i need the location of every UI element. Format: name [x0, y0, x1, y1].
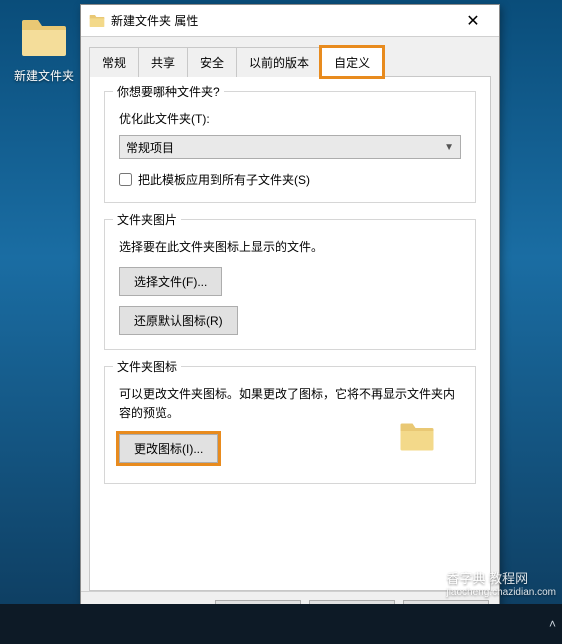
- desktop-folder-label: 新建文件夹: [14, 67, 74, 84]
- folder-icon-desc: 可以更改文件夹图标。如果更改了图标，它将不再显示文件夹内容的预览。: [119, 385, 461, 423]
- apply-template-checkbox[interactable]: [119, 173, 132, 186]
- taskbar[interactable]: ˄: [0, 604, 562, 644]
- group-folder-kind: 你想要哪种文件夹? 优化此文件夹(T): 常规项目 ▼ 把此模板应用到所有子文件…: [104, 91, 476, 203]
- group-legend: 文件夹图标: [113, 358, 181, 375]
- dialog-title: 新建文件夹 属性: [111, 12, 453, 29]
- folder-icon: [89, 14, 105, 28]
- change-icon-button[interactable]: 更改图标(I)...: [119, 434, 218, 463]
- properties-dialog: 新建文件夹 属性 ✕ 常规 共享 安全 以前的版本 自定义 你想要哪种文件夹? …: [80, 4, 500, 640]
- tab-panel-customize: 你想要哪种文件夹? 优化此文件夹(T): 常规项目 ▼ 把此模板应用到所有子文件…: [89, 76, 491, 591]
- optimize-select-value: 常规项目: [126, 139, 174, 156]
- system-tray[interactable]: ˄: [549, 604, 556, 644]
- tab-sharing[interactable]: 共享: [138, 47, 188, 77]
- optimize-select[interactable]: 常规项目 ▼: [119, 135, 461, 159]
- watermark-sub: jiaocheng.chazidian.com: [446, 587, 556, 598]
- close-button[interactable]: ✕: [453, 6, 493, 36]
- tab-general[interactable]: 常规: [89, 47, 139, 77]
- tray-chevron-up-icon[interactable]: ˄: [549, 617, 556, 631]
- optimize-label: 优化此文件夹(T):: [119, 110, 461, 127]
- choose-file-button[interactable]: 选择文件(F)...: [119, 267, 222, 296]
- watermark: 香字典 教程网 jiaocheng.chazidian.com: [446, 568, 556, 598]
- group-folder-picture: 文件夹图片 选择要在此文件夹图标上显示的文件。 选择文件(F)... 还原默认图…: [104, 219, 476, 350]
- apply-template-checkbox-row[interactable]: 把此模板应用到所有子文件夹(S): [119, 171, 461, 188]
- tab-previous-versions[interactable]: 以前的版本: [236, 47, 322, 77]
- folder-icon-preview: [399, 421, 435, 453]
- tab-security[interactable]: 安全: [187, 47, 237, 77]
- desktop-folder[interactable]: 新建文件夹: [14, 18, 74, 84]
- apply-template-label: 把此模板应用到所有子文件夹(S): [138, 171, 310, 188]
- folder-icon: [20, 18, 68, 58]
- tab-customize[interactable]: 自定义: [321, 47, 383, 77]
- tab-row: 常规 共享 安全 以前的版本 自定义: [89, 47, 491, 77]
- watermark-text: 香字典 教程网: [446, 568, 556, 587]
- chevron-down-icon: ▼: [444, 142, 454, 153]
- restore-default-icon-button[interactable]: 还原默认图标(R): [119, 306, 238, 335]
- group-legend: 文件夹图片: [113, 211, 181, 228]
- group-folder-icon: 文件夹图标 可以更改文件夹图标。如果更改了图标，它将不再显示文件夹内容的预览。 …: [104, 366, 476, 483]
- group-legend: 你想要哪种文件夹?: [113, 83, 224, 100]
- folder-picture-desc: 选择要在此文件夹图标上显示的文件。: [119, 238, 461, 257]
- titlebar[interactable]: 新建文件夹 属性 ✕: [81, 5, 499, 37]
